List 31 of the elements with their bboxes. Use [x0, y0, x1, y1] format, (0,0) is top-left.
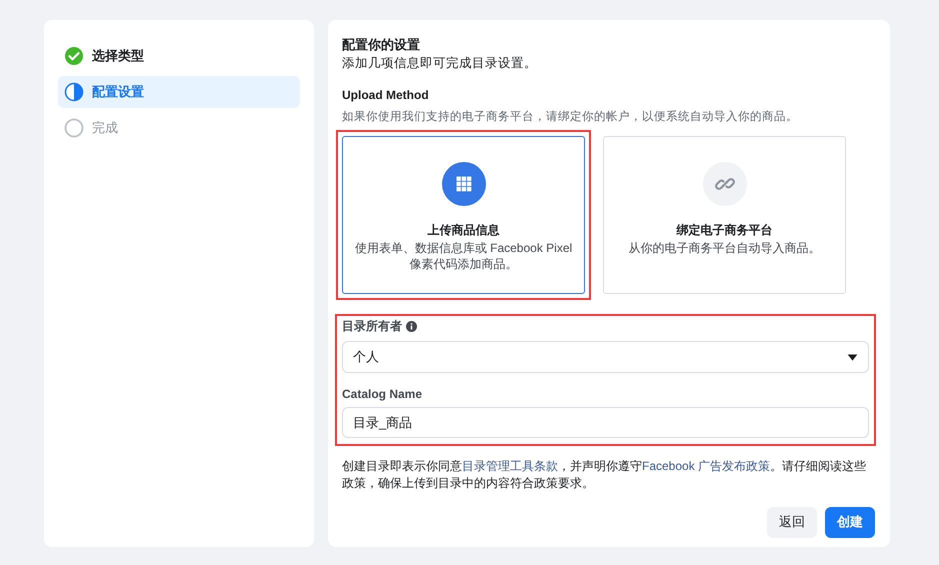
terms-text: 创建目录即表示你同意目录管理工具条款，并声明你遵守Facebook 广告发布政策。请仔细阅读这些政策，确保上传到目录中的内容符合政策要求。 — [342, 458, 868, 492]
step-item[interactable]: 配置设置 — [58, 76, 300, 108]
field-label: Upload Method — [342, 88, 430, 102]
policy-link[interactable]: 目录管理工具条款 — [462, 459, 558, 473]
half-circle-icon — [64, 82, 84, 102]
option-title: 上传商品信息 — [428, 222, 500, 239]
field-label: Catalog Name — [342, 387, 424, 401]
create-button[interactable]: 创建 — [825, 506, 875, 538]
option-card[interactable]: 绑定电子商务平台 从你的电子商务平台自动导入商品。 — [603, 136, 846, 294]
option-card[interactable]: 上传商品信息 使用表单、数据信息库或 Facebook Pixel 像素代码添加商品。 — [342, 136, 585, 294]
policy-link[interactable]: Facebook 广告发布政策 — [642, 459, 770, 473]
option-title: 绑定电子商务平台 — [676, 222, 772, 239]
hint-text: 如果你使用我们支持的电子商务平台，请绑定你的帐户，以便系统自动导入你的商品。 — [342, 109, 799, 124]
owner-dropdown[interactable]: 个人 — [342, 341, 869, 373]
link-icon — [702, 162, 746, 206]
option-description: 使用表单、数据信息库或 Facebook Pixel 像素代码添加商品。 — [354, 241, 574, 272]
info-icon[interactable] — [406, 321, 417, 332]
check-icon — [64, 46, 84, 66]
step-item[interactable]: 选择类型 — [58, 40, 300, 72]
back-button[interactable]: 返回 — [767, 506, 817, 538]
empty-circle-icon — [64, 118, 84, 138]
catalog-name-field[interactable]: 目录_商品 — [342, 407, 869, 438]
step-label: 配置设置 — [92, 83, 144, 101]
field-label: 目录所有者 — [342, 318, 402, 335]
step-label: 完成 — [92, 119, 118, 137]
option-description: 从你的电子商务平台自动导入商品。 — [628, 241, 820, 257]
step-label: 选择类型 — [92, 47, 144, 65]
section-title: 配置你的设置 — [342, 36, 421, 54]
caret-icon — [847, 354, 858, 360]
section-subtitle: 添加几项信息即可完成目录设置。 — [342, 55, 538, 72]
grid-icon — [442, 162, 486, 206]
